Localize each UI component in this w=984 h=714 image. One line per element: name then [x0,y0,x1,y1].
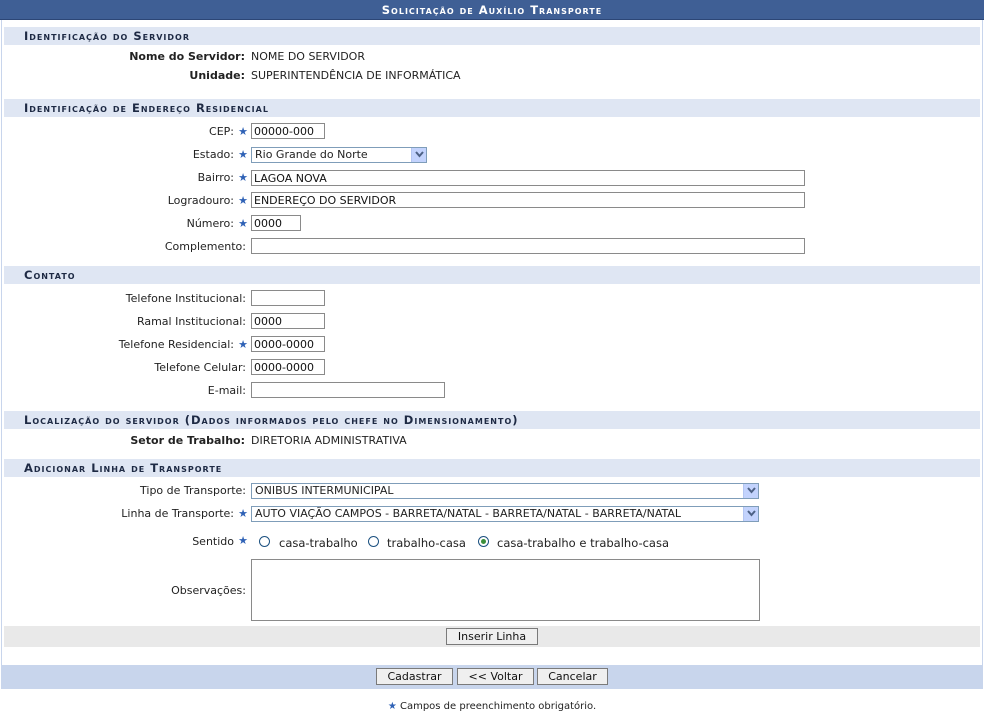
radio-label-trabalho-casa: trabalho-casa [387,536,466,550]
nome-servidor-value: NOME DO SERVIDOR [251,50,365,63]
telefone-celular-label: Telefone Celular: [154,361,246,374]
observacoes-label: Observações: [171,584,246,597]
required-fields-note: ★ Campos de preenchimento obrigatório. [0,701,984,712]
setor-trabalho-label: Setor de Trabalho: [130,434,245,447]
telefone-residencial-label: Telefone Residencial: [118,338,234,351]
unidade-value: SUPERINTENDÊNCIA DE INFORMÁTICA [251,69,461,82]
section-localizacao: Localização do servidor (Dados informado… [4,411,980,429]
required-star-icon: ★ [387,701,397,712]
unidade-label: Unidade: [189,69,245,82]
required-star-icon: ★ [238,534,248,547]
tipo-transporte-select[interactable]: ONIBUS INTERMUNICIPAL [251,483,759,499]
voltar-button[interactable]: << Voltar [457,668,534,685]
estado-selected-value: Rio Grande do Norte [255,148,368,161]
cep-label: CEP: [209,125,234,138]
radio-trabalho-casa[interactable] [368,536,379,547]
required-star-icon: ★ [238,171,248,184]
radio-selected-dot [481,539,486,544]
sentido-label: Sentido [192,535,234,548]
estado-label: Estado: [192,148,234,161]
required-star-icon: ★ [238,125,248,138]
email-label: E-mail: [207,384,246,397]
tipo-transporte-label: Tipo de Transporte: [140,484,246,497]
estado-select[interactable]: Rio Grande do Norte [251,147,427,163]
nome-servidor-label: Nome do Servidor: [129,50,245,63]
observacoes-textarea[interactable] [251,559,760,621]
numero-input[interactable] [251,215,301,231]
linha-transporte-label: Linha de Transporte: [121,507,234,520]
required-star-icon: ★ [238,148,248,161]
section-endereco: Identificação de Endereço Residencial [4,99,980,117]
tipo-transporte-selected-value: ONIBUS INTERMUNICIPAL [255,484,394,497]
radio-casa-trabalho[interactable] [259,536,270,547]
chevron-down-icon[interactable] [743,484,758,498]
numero-label: Número: [186,217,234,230]
telefone-institucional-input[interactable] [251,290,325,306]
form-caption: Solicitação de Auxílio Transporte [0,0,984,20]
logradouro-label: Logradouro: [167,194,234,207]
chevron-down-icon[interactable] [411,148,426,162]
ramal-institucional-label: Ramal Institucional: [136,315,246,328]
complemento-input[interactable] [251,238,805,254]
bairro-input[interactable] [251,170,805,186]
telefone-residencial-input[interactable] [251,336,325,352]
required-star-icon: ★ [238,507,248,520]
bairro-label: Bairro: [197,171,234,184]
telefone-celular-input[interactable] [251,359,325,375]
cadastrar-button[interactable]: Cadastrar [376,668,453,685]
required-star-icon: ★ [238,194,248,207]
chevron-down-icon[interactable] [743,507,758,521]
required-star-icon: ★ [238,217,248,230]
linha-transporte-select[interactable]: AUTO VIAÇÃO CAMPOS - BARRETA/NATAL - BAR… [251,506,759,522]
logradouro-input[interactable] [251,192,805,208]
complemento-label: Complemento: [164,240,246,253]
cancelar-button[interactable]: Cancelar [537,668,608,685]
linha-transporte-selected-value: AUTO VIAÇÃO CAMPOS - BARRETA/NATAL - BAR… [255,507,682,520]
ramal-institucional-input[interactable] [251,313,325,329]
telefone-institucional-label: Telefone Institucional: [125,292,246,305]
inserir-linha-button[interactable]: Inserir Linha [446,628,538,645]
setor-trabalho-value: DIRETORIA ADMINISTRATIVA [251,434,407,447]
cep-input[interactable] [251,123,325,139]
section-servidor: Identificação do Servidor [4,27,980,45]
required-star-icon: ★ [238,338,248,351]
email-input[interactable] [251,382,445,398]
radio-casa-trabalho-e-trabalho-casa[interactable] [478,536,489,547]
section-contato: Contato [4,266,980,284]
section-linha-transporte: Adicionar Linha de Transporte [4,459,980,477]
required-fields-note-text: Campos de preenchimento obrigatório. [399,701,597,712]
radio-label-casa-trabalho-e-trabalho-casa: casa-trabalho e trabalho-casa [497,536,670,550]
radio-label-casa-trabalho: casa-trabalho [279,536,358,550]
